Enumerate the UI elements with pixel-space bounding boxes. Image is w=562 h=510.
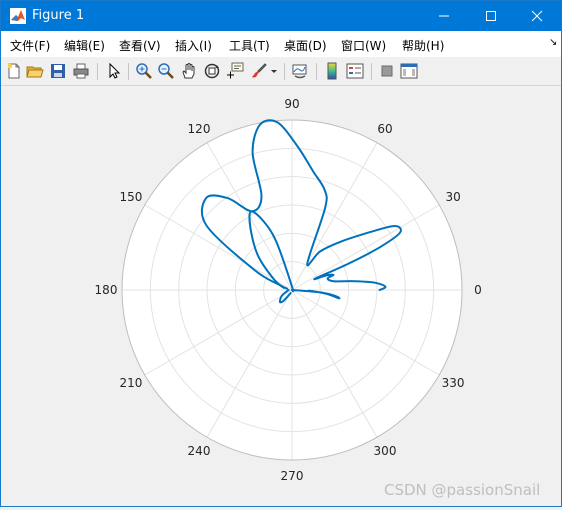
- zoom-out-icon[interactable]: [157, 62, 175, 80]
- zoom-in-icon[interactable]: [135, 62, 153, 80]
- insert-colorbar-icon[interactable]: [323, 62, 341, 80]
- theta-tick-label: 60: [377, 121, 393, 136]
- theta-tick-label: 90: [284, 97, 300, 111]
- menu-view[interactable]: 查看(V): [119, 37, 161, 54]
- theta-tick-label: 30: [445, 190, 461, 204]
- menu-file[interactable]: 文件(F): [10, 37, 50, 54]
- theta-tick-label: 330: [441, 376, 465, 390]
- open-file-icon[interactable]: [26, 62, 44, 80]
- brush-dropdown-icon[interactable]: [270, 62, 278, 80]
- toolbar-separator: [97, 63, 98, 80]
- new-figure-icon[interactable]: [5, 62, 23, 80]
- menu-bar: 文件(F) 编辑(E) 查看(V) 插入(I) 工具(T) 桌面(D) 窗口(W…: [1, 31, 561, 57]
- maximize-icon: [486, 11, 496, 21]
- menu-help[interactable]: 帮助(H): [402, 37, 444, 54]
- theta-tick-label: 210: [119, 376, 143, 390]
- brush-icon[interactable]: [250, 62, 268, 80]
- theta-tick-label: 240: [187, 444, 211, 459]
- theta-tick-label: 300: [373, 444, 397, 459]
- theta-tick-label: 150: [119, 190, 143, 204]
- theta-tick-label: 180: [94, 283, 118, 297]
- menu-desktop[interactable]: 桌面(D): [284, 37, 327, 54]
- maximize-button[interactable]: [468, 1, 514, 31]
- data-cursor-icon[interactable]: [226, 62, 244, 80]
- toolbar-separator: [284, 63, 285, 80]
- toolbar-separator: [128, 63, 129, 80]
- matlab-logo-icon: [10, 8, 26, 24]
- pan-hand-icon[interactable]: [180, 62, 198, 80]
- minimize-icon: [439, 15, 449, 17]
- plot-area: 0 30 60 90 120 150 180 210 240 270 300 330: [1, 86, 561, 506]
- link-plot-icon[interactable]: [291, 62, 309, 80]
- hide-plot-tools-icon[interactable]: [378, 62, 396, 80]
- watermark-text: CSDN @passionSnail: [384, 481, 541, 499]
- minimize-button[interactable]: [421, 1, 467, 31]
- toolbar-separator: [316, 63, 317, 80]
- theta-tick-label: 270: [280, 469, 304, 483]
- save-icon[interactable]: [49, 62, 67, 80]
- menu-edit[interactable]: 编辑(E): [64, 37, 105, 54]
- menu-window[interactable]: 窗口(W): [341, 37, 386, 54]
- show-plot-tools-icon[interactable]: [400, 62, 418, 80]
- print-icon[interactable]: [72, 62, 90, 80]
- rotate-3d-icon[interactable]: [203, 62, 221, 80]
- dock-arrow-icon[interactable]: ↘: [549, 37, 557, 48]
- figure-window: Figure 1 文件(F) 编辑(E) 查看(V) 插入(I) 工具(T) 桌…: [0, 0, 562, 507]
- menu-insert[interactable]: 插入(I): [175, 37, 212, 54]
- menu-tools[interactable]: 工具(T): [229, 37, 270, 54]
- insert-legend-icon[interactable]: [346, 62, 364, 80]
- close-icon: [531, 10, 543, 22]
- theta-tick-label: 0: [474, 283, 482, 297]
- edit-plot-arrow-icon[interactable]: [105, 62, 123, 80]
- title-bar[interactable]: Figure 1: [1, 1, 561, 31]
- theta-tick-label: 120: [187, 121, 211, 136]
- close-button[interactable]: [514, 1, 560, 31]
- window-title: Figure 1: [32, 8, 85, 23]
- toolbar-separator: [371, 63, 372, 80]
- figure-toolbar: [1, 57, 561, 86]
